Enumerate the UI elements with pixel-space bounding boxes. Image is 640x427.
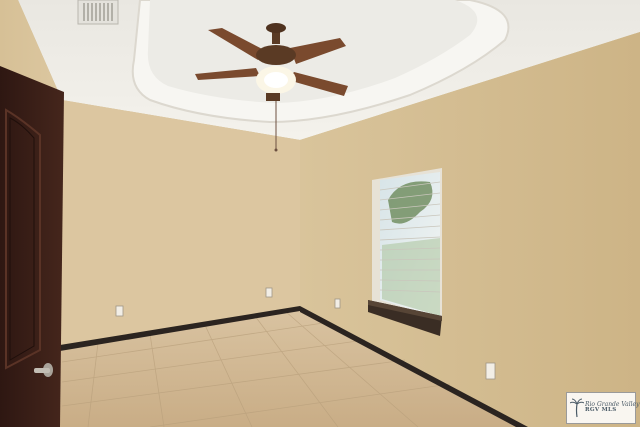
outlet-right-1 [334, 298, 341, 309]
room-photo: Rio Grande Valley RGV MLS [0, 0, 640, 427]
window [368, 168, 442, 336]
outlet-back-right [265, 287, 273, 298]
watermark-line-2: RGV MLS [585, 407, 617, 414]
door [0, 66, 64, 427]
mls-watermark: Rio Grande Valley RGV MLS [566, 392, 640, 424]
palm-tree-icon [570, 398, 584, 418]
outlet-right-2 [485, 362, 496, 380]
room-illustration [0, 0, 640, 427]
air-vent-icon [77, 0, 119, 25]
back-wall [60, 100, 300, 345]
outlet-back-left [115, 305, 124, 317]
